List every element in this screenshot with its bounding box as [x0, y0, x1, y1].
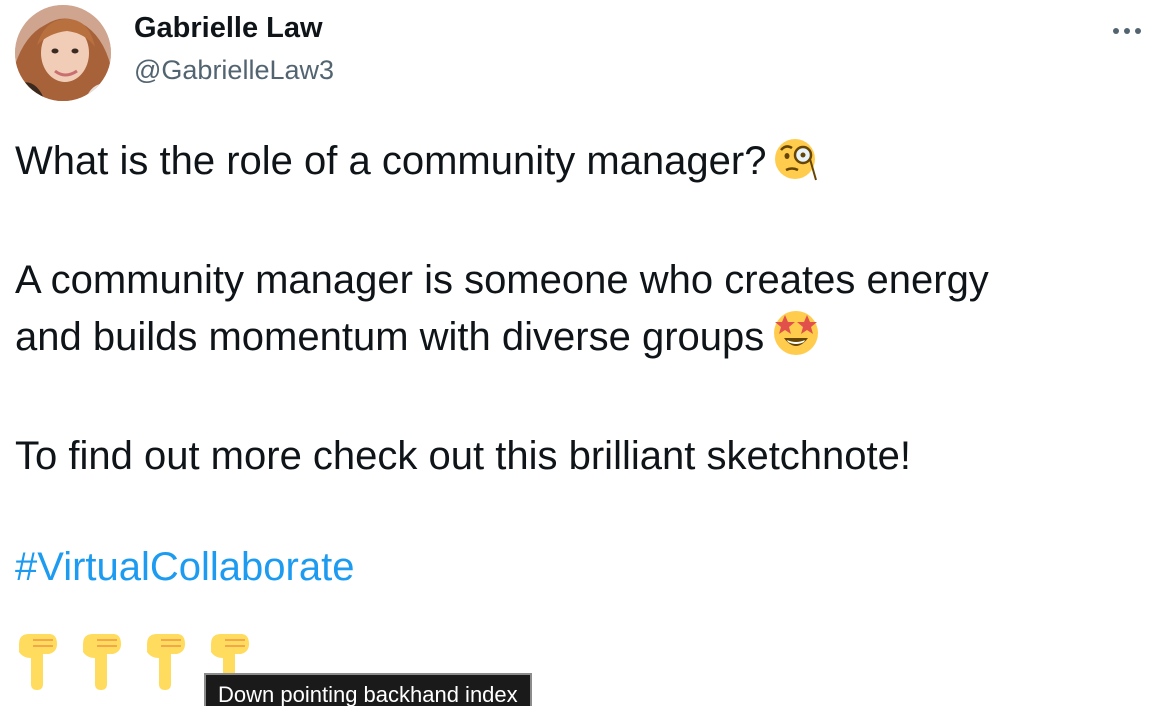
emoji-tooltip: Down pointing backhand index — [204, 673, 532, 706]
author-display-name[interactable]: Gabrielle Law — [134, 12, 323, 45]
tweet-card: Gabrielle Law @GabrielleLaw3 What is the… — [0, 0, 1160, 706]
tweet-line: A community manager is someone who creat… — [15, 258, 989, 302]
star-struck-icon — [770, 308, 822, 373]
tweet-line-text: What is the role of a community manager? — [15, 139, 767, 183]
face-with-monocle-icon — [772, 134, 820, 197]
tweet-text: What is the role of a community manager?… — [15, 133, 1145, 595]
author-handle[interactable]: @GabrielleLaw3 — [134, 55, 334, 86]
backhand-index-pointing-down-icon[interactable] — [143, 630, 187, 690]
backhand-index-pointing-down-icon[interactable] — [15, 630, 59, 690]
profile-photo-icon — [15, 5, 111, 101]
tweet-line: To find out more check out this brillian… — [15, 434, 912, 478]
hashtag-link[interactable]: #VirtualCollaborate — [15, 539, 354, 595]
tweet-line-text: and builds momentum with diverse groups — [15, 315, 765, 359]
avatar[interactable] — [15, 5, 111, 101]
tweet-line: What is the role of a community manager? — [15, 133, 1145, 197]
backhand-index-pointing-down-icon[interactable] — [79, 630, 123, 690]
more-horizontal-icon — [1113, 28, 1141, 34]
more-options-button[interactable] — [1108, 16, 1148, 46]
tweet-line: and builds momentum with diverse groups — [15, 308, 1145, 373]
